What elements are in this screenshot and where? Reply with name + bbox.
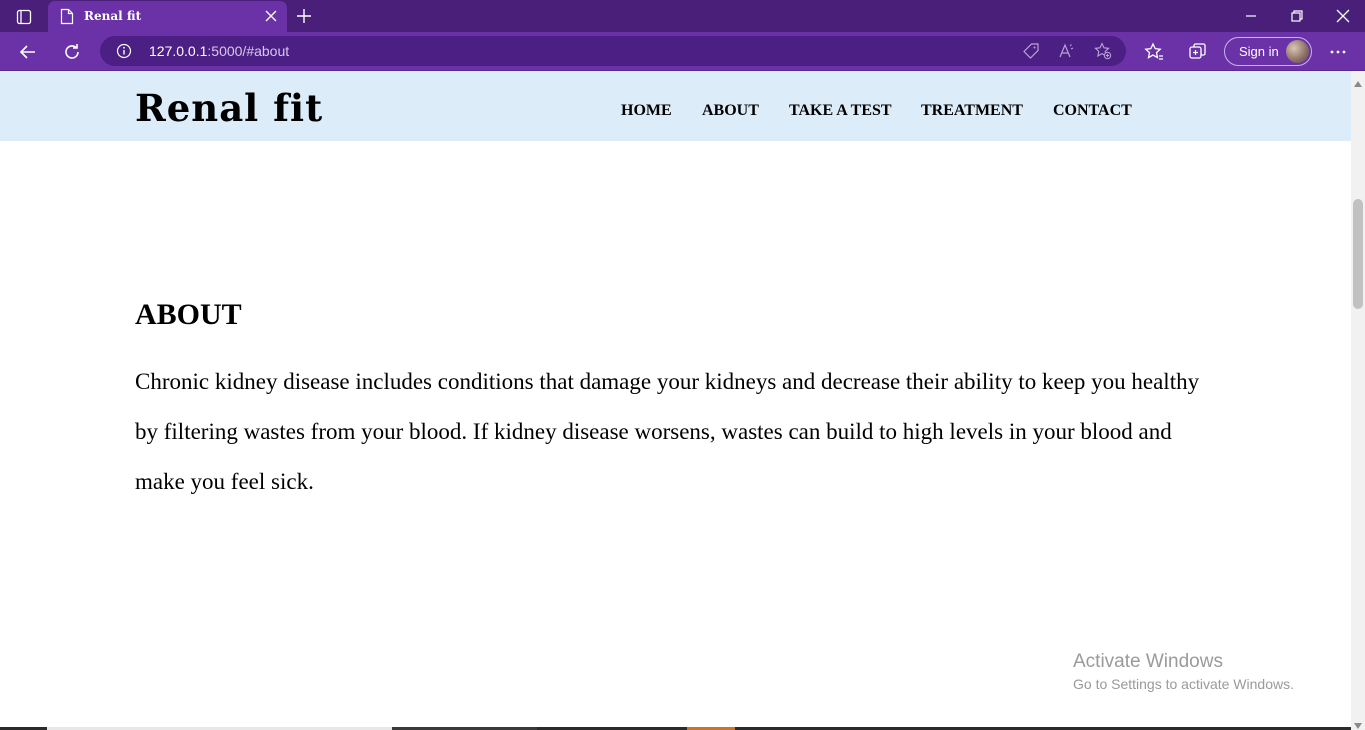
collections-icon[interactable] bbox=[1187, 41, 1209, 63]
activate-windows-title: Activate Windows bbox=[1073, 651, 1223, 672]
scrollbar-thumb[interactable] bbox=[1353, 199, 1363, 309]
url-text[interactable]: 127.0.0.1:5000/#about bbox=[149, 43, 289, 59]
browser-toolbar: 127.0.0.1:5000/#about Sign in bbox=[0, 32, 1365, 71]
nav-home[interactable]: HOME bbox=[621, 102, 672, 120]
sign-in-label: Sign in bbox=[1239, 44, 1279, 59]
new-tab-icon[interactable] bbox=[294, 6, 314, 26]
close-tab-icon[interactable] bbox=[264, 9, 278, 23]
nav-treatment[interactable]: TREATMENT bbox=[921, 102, 1023, 120]
close-window-icon[interactable] bbox=[1333, 6, 1353, 26]
browser-tab-bar: Renal fit bbox=[0, 0, 1365, 32]
nav-contact[interactable]: CONTACT bbox=[1053, 102, 1132, 120]
about-paragraph: Chronic kidney disease includes conditio… bbox=[135, 369, 1200, 494]
active-tab[interactable]: Renal fit bbox=[48, 1, 287, 32]
favorites-icon[interactable] bbox=[1143, 41, 1165, 63]
url-host: 127.0.0.1 bbox=[149, 43, 208, 59]
nav-about[interactable]: ABOUT bbox=[702, 102, 759, 120]
address-bar[interactable]: 127.0.0.1:5000/#about bbox=[100, 36, 1126, 66]
minimize-icon[interactable] bbox=[1241, 6, 1261, 26]
tab-title: Renal fit bbox=[84, 9, 142, 23]
nav-take-a-test[interactable]: TAKE A TEST bbox=[789, 102, 892, 120]
activate-windows-subtitle: Go to Settings to activate Windows. bbox=[1073, 676, 1294, 692]
url-path: :5000/#about bbox=[207, 43, 290, 59]
more-options-icon[interactable] bbox=[1327, 41, 1349, 63]
about-heading: ABOUT bbox=[135, 298, 242, 331]
coupon-tag-icon[interactable] bbox=[1022, 42, 1040, 60]
page-scrollbar[interactable] bbox=[1351, 71, 1365, 730]
scroll-up-arrow-icon[interactable] bbox=[1354, 74, 1362, 87]
tab-actions-icon[interactable] bbox=[10, 6, 38, 28]
read-aloud-icon[interactable] bbox=[1058, 42, 1076, 60]
avatar bbox=[1286, 40, 1309, 63]
scroll-down-arrow-icon[interactable] bbox=[1354, 716, 1362, 729]
sign-in-button[interactable]: Sign in bbox=[1224, 37, 1312, 66]
site-info-icon[interactable] bbox=[116, 43, 132, 59]
add-favorite-icon[interactable] bbox=[1094, 42, 1112, 60]
back-arrow-icon[interactable] bbox=[17, 41, 39, 63]
page-icon bbox=[60, 8, 74, 25]
refresh-icon[interactable] bbox=[61, 41, 83, 63]
site-header: Renal fit HOME ABOUT TAKE A TEST TREATME… bbox=[0, 71, 1351, 141]
restore-icon[interactable] bbox=[1287, 6, 1307, 26]
site-logo[interactable]: Renal fit bbox=[135, 86, 323, 130]
